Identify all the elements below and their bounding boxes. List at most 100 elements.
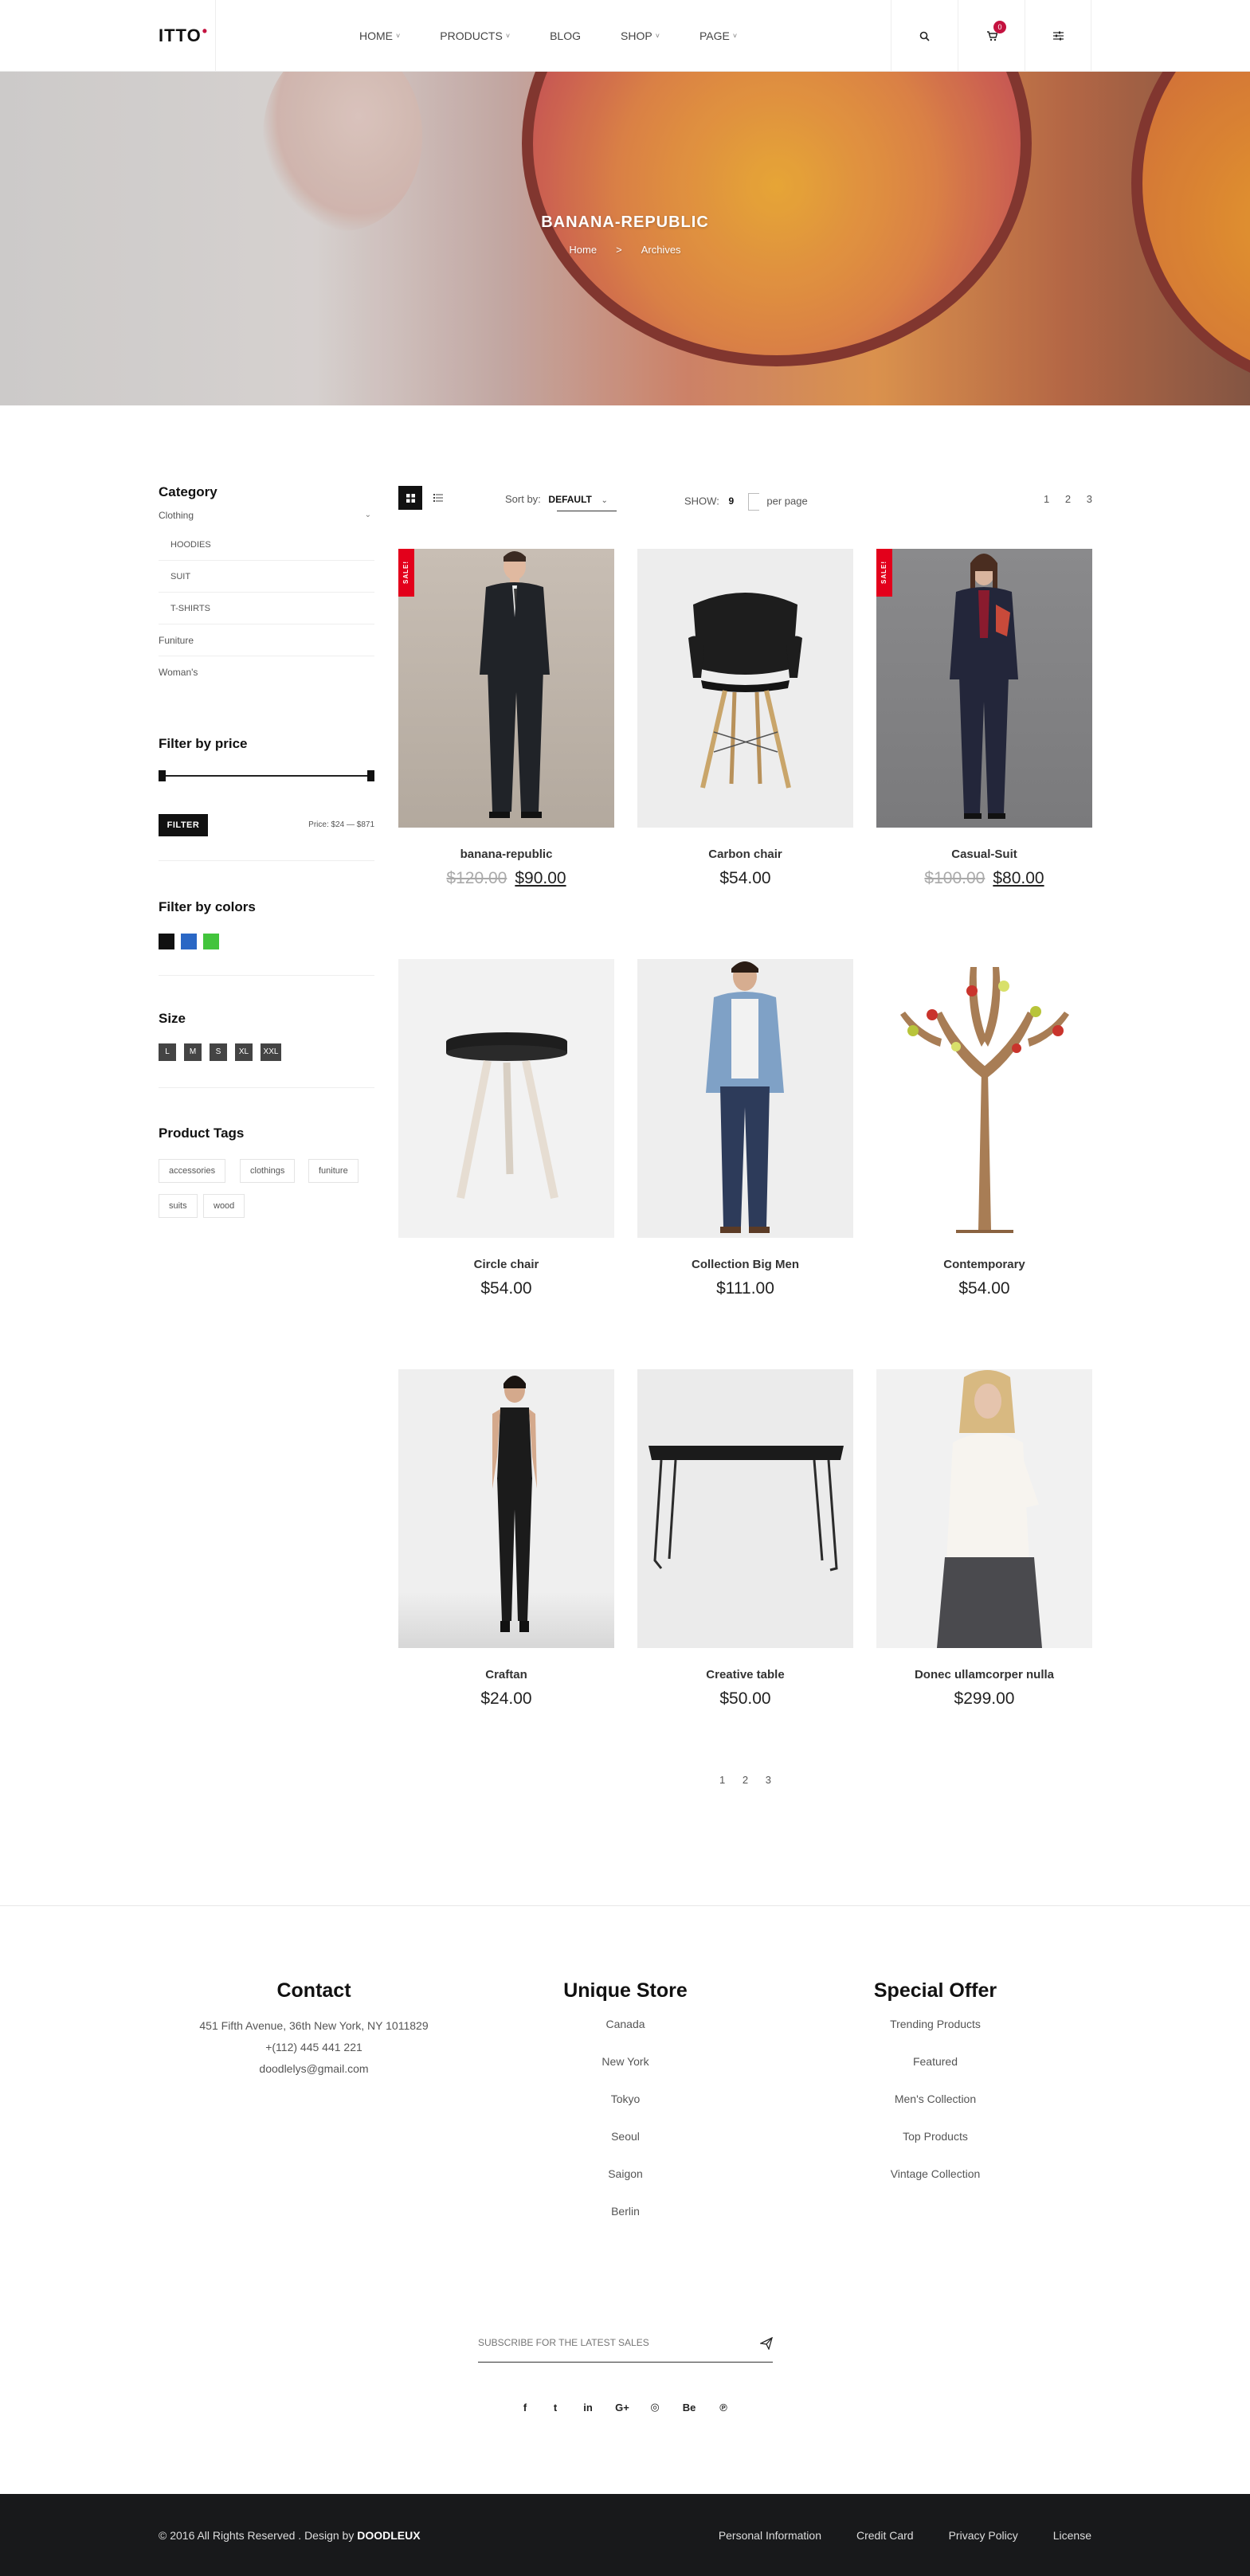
sort-control[interactable]: Sort by: DEFAULT ⌄ (505, 493, 608, 505)
product-name[interactable]: Collection Big Men (637, 1258, 853, 1271)
nav-shop-label: SHOP (621, 29, 652, 42)
breadcrumb-home[interactable]: Home (569, 244, 597, 256)
product-name[interactable]: banana-republic (398, 848, 614, 861)
product-image-denim-man (706, 961, 784, 1233)
pinterest-icon[interactable]: ℗ (715, 2398, 732, 2416)
tag-suits[interactable]: suits (159, 1194, 198, 1218)
color-swatch-black[interactable] (159, 934, 174, 949)
facebook-icon[interactable]: f (518, 2398, 532, 2416)
tag-wood[interactable]: wood (203, 1194, 245, 1218)
product-name[interactable]: Carbon chair (637, 848, 853, 861)
category-womans[interactable]: Woman's (159, 656, 374, 688)
logo[interactable]: ITTO • (159, 0, 216, 72)
product-image[interactable] (876, 959, 1092, 1238)
send-icon[interactable] (760, 2337, 773, 2350)
footer-store-link[interactable]: Saigon (482, 2165, 769, 2202)
link-personal-information[interactable]: Personal Information (719, 2529, 821, 2542)
show-value[interactable]: 9 (728, 495, 734, 507)
category-tshirts[interactable]: T-SHIRTS (159, 593, 374, 624)
category-funiture[interactable]: Funiture (159, 624, 374, 656)
behance-icon[interactable]: Be (679, 2398, 699, 2416)
product-image[interactable] (398, 1369, 614, 1648)
product-image[interactable] (637, 959, 853, 1238)
settings-button[interactable] (1025, 0, 1091, 72)
divider (159, 975, 374, 976)
link-privacy-policy[interactable]: Privacy Policy (949, 2529, 1018, 2542)
category-clothing[interactable]: Clothing ⌄ (159, 507, 374, 529)
product-name[interactable]: Casual-Suit (876, 848, 1092, 861)
price-slider-min-handle[interactable] (159, 770, 166, 781)
product-image[interactable]: SALE! (398, 549, 614, 828)
footer-store-link[interactable]: Tokyo (482, 2090, 769, 2128)
product-image[interactable]: SALE! (876, 549, 1092, 828)
size-s[interactable]: S (210, 1043, 227, 1061)
page-1[interactable]: 1 (719, 1774, 725, 1786)
designer-link[interactable]: DOODLEUX (357, 2529, 420, 2542)
page-1[interactable]: 1 (1044, 493, 1049, 505)
link-license[interactable]: License (1053, 2529, 1091, 2542)
price-slider-max-handle[interactable] (367, 770, 374, 781)
pagination-bottom: 1 2 3 (719, 1774, 771, 1786)
cart-button[interactable]: 0 (958, 0, 1025, 72)
product-name[interactable]: Donec ullamcorper nulla (876, 1668, 1092, 1681)
product-name[interactable]: Circle chair (398, 1258, 614, 1271)
nav-shop[interactable]: SHOP ˅ (621, 29, 660, 42)
footer-store-link[interactable]: Seoul (482, 2128, 769, 2165)
nav-products[interactable]: PRODUCTS ˅ (440, 29, 510, 42)
chevron-down-icon[interactable]: ⌄ (365, 507, 371, 524)
footer-store-link[interactable]: New York (482, 2053, 769, 2090)
divider (159, 860, 374, 861)
product-name[interactable]: Contemporary (876, 1258, 1092, 1271)
product-image[interactable] (637, 1369, 853, 1648)
nav-blog[interactable]: BLOG (550, 29, 581, 42)
per-page-stepper[interactable] (747, 493, 759, 511)
price-slider[interactable] (159, 770, 374, 781)
footer-store-link[interactable]: Canada (482, 2015, 769, 2053)
tag-funiture[interactable]: funiture (308, 1159, 359, 1183)
main-nav: HOME ˅ PRODUCTS ˅ BLOG SHOP ˅ PAGE ˅ (359, 0, 777, 72)
page-2[interactable]: 2 (743, 1774, 748, 1786)
footer-email[interactable]: doodlelys@gmail.com (170, 2058, 457, 2080)
dribbble-icon[interactable]: ◎ (646, 2398, 664, 2416)
category-hoodies[interactable]: HOODIES (159, 529, 374, 561)
product-name[interactable]: Craftan (398, 1668, 614, 1681)
product-image-casual-suit (950, 554, 1018, 819)
footer-stores: Unique Store Canada New York Tokyo Seoul… (482, 1979, 769, 2240)
twitter-icon[interactable]: t (548, 2398, 562, 2416)
product-image[interactable] (398, 959, 614, 1238)
search-button[interactable] (891, 0, 958, 72)
footer-offer-link[interactable]: Featured (792, 2053, 1079, 2090)
page-2[interactable]: 2 (1065, 493, 1071, 505)
subscribe-input[interactable] (478, 2332, 733, 2353)
nav-home[interactable]: HOME ˅ (359, 29, 400, 42)
size-xxl[interactable]: XXL (261, 1043, 281, 1061)
tag-clothings[interactable]: clothings (240, 1159, 296, 1183)
size-xl[interactable]: XL (235, 1043, 253, 1061)
product-image[interactable] (876, 1369, 1092, 1648)
link-credit-card[interactable]: Credit Card (856, 2529, 914, 2542)
size-m[interactable]: M (184, 1043, 202, 1061)
color-swatch-green[interactable] (203, 934, 219, 949)
grid-view-button[interactable] (398, 486, 422, 510)
google-plus-icon[interactable]: G+ (612, 2398, 633, 2416)
sort-label: Sort by: (505, 493, 541, 505)
current-price: $54.00 (958, 1279, 1010, 1298)
nav-page[interactable]: PAGE ˅ (699, 29, 737, 42)
footer-offer-link[interactable]: Top Products (792, 2128, 1079, 2165)
footer-offer-link[interactable]: Men's Collection (792, 2090, 1079, 2128)
tag-accessories[interactable]: accessories (159, 1159, 226, 1183)
footer-offer-link[interactable]: Vintage Collection (792, 2165, 1079, 2202)
size-l[interactable]: L (159, 1043, 176, 1061)
footer-store-link[interactable]: Berlin (482, 2202, 769, 2240)
linkedin-icon[interactable]: in (579, 2398, 597, 2416)
list-view-button[interactable] (426, 486, 450, 510)
filter-button[interactable]: FILTER (159, 814, 208, 836)
chevron-down-icon: ˅ (655, 32, 660, 40)
footer-offer-link[interactable]: Trending Products (792, 2015, 1079, 2053)
product-name[interactable]: Creative table (637, 1668, 853, 1681)
color-swatch-blue[interactable] (181, 934, 197, 949)
page-3[interactable]: 3 (766, 1774, 771, 1786)
category-suit[interactable]: SUIT (159, 561, 374, 593)
page-3[interactable]: 3 (1087, 493, 1092, 505)
product-image[interactable] (637, 549, 853, 828)
